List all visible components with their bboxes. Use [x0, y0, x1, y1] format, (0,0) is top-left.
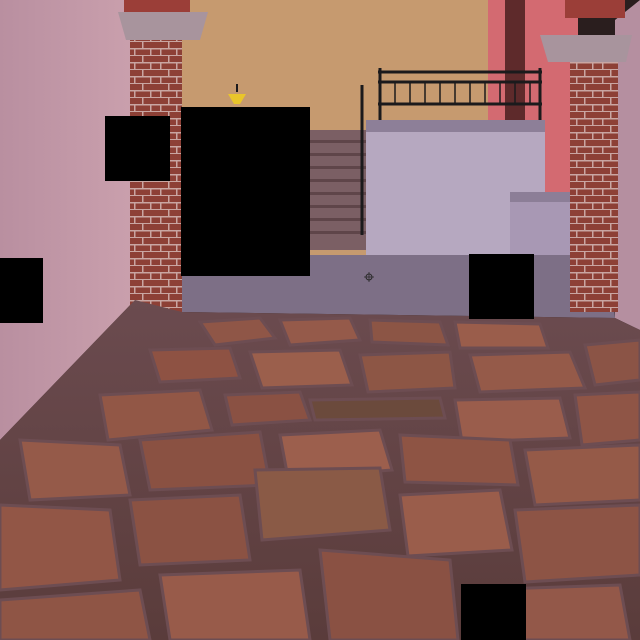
- crosshair-icon: [364, 267, 374, 282]
- game-viewport[interactable]: [0, 0, 640, 640]
- scene-render: [0, 0, 640, 640]
- redaction-box-left-edge: [0, 258, 43, 323]
- redaction-box-right: [469, 254, 534, 319]
- redaction-box-bottom: [461, 584, 526, 640]
- redaction-box-large: [181, 107, 310, 276]
- redaction-box-upper-left: [105, 116, 170, 181]
- stairs: [305, 130, 367, 250]
